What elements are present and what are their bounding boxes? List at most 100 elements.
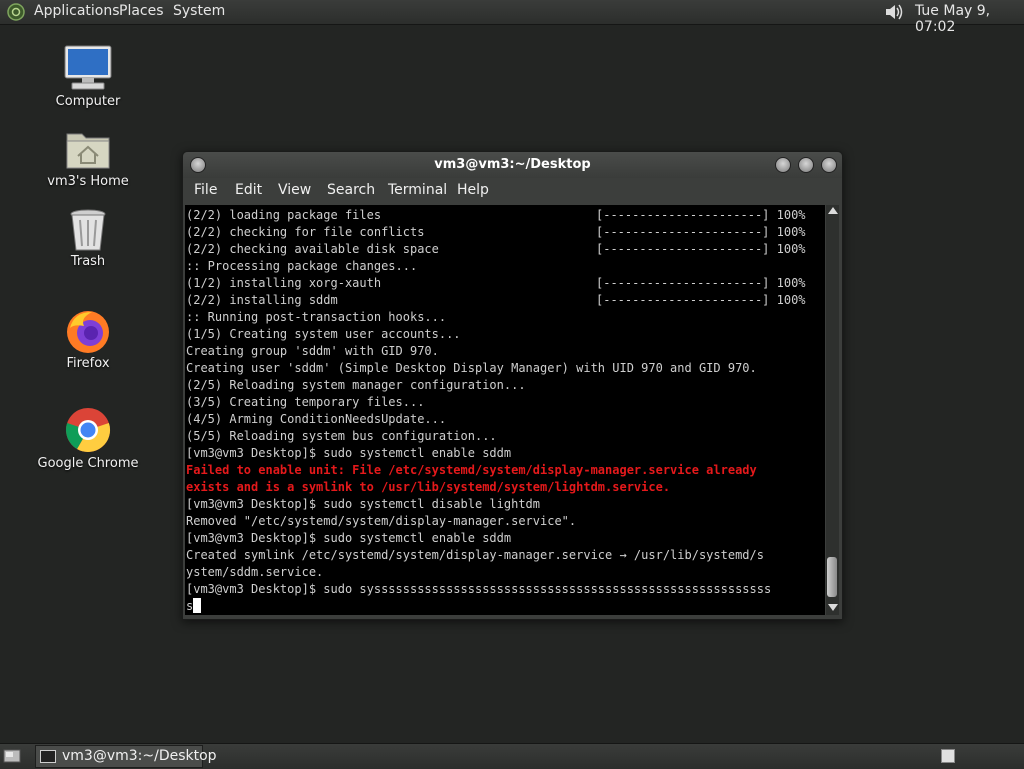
terminal-line: (2/5) Reloading system manager configura… bbox=[186, 377, 771, 394]
terminal-line: (2/2) checking for file conflicts [------… bbox=[186, 224, 806, 241]
terminal-window[interactable]: vm3@vm3:~/Desktop File Edit View Search … bbox=[182, 151, 843, 620]
window-title: vm3@vm3:~/Desktop bbox=[434, 157, 591, 172]
scroll-thumb[interactable] bbox=[827, 557, 837, 597]
terminal-line: (2/2) installing sddm [------------------… bbox=[186, 292, 806, 309]
terminal-line-text: Creating group 'sddm' with GID 970. bbox=[186, 344, 439, 358]
progress-bar-text: [----------------------] 100% bbox=[596, 208, 806, 222]
terminal-line-text: [vm3@vm3 Desktop]$ sudo systemctl enable… bbox=[186, 531, 512, 545]
desktop-icon-label: Google Chrome bbox=[37, 456, 139, 471]
scroll-down-arrow-icon[interactable] bbox=[828, 604, 838, 611]
terminal-line: (3/5) Creating temporary files... bbox=[186, 394, 771, 411]
terminal-line-text: :: Processing package changes... bbox=[186, 259, 418, 273]
terminal-line: :: Running post-transaction hooks... bbox=[186, 309, 771, 326]
terminal-error-line: exists and is a symlink to /usr/lib/syst… bbox=[186, 479, 771, 496]
terminal-line: [vm3@vm3 Desktop]$ sudo systemctl enable… bbox=[186, 445, 771, 462]
trash-icon bbox=[70, 209, 106, 251]
desktop-icon-chrome[interactable]: Google Chrome bbox=[28, 406, 148, 471]
terminal-line: Removed "/etc/systemd/system/display-man… bbox=[186, 513, 771, 530]
terminal-line-text: Created symlink /etc/systemd/system/disp… bbox=[186, 548, 764, 562]
maximize-button[interactable] bbox=[798, 157, 814, 173]
terminal-line-text: (2/2) checking available disk space bbox=[186, 242, 439, 256]
progress-bar-text: [----------------------] 100% bbox=[596, 225, 806, 239]
terminal-line-text: ystem/sddm.service. bbox=[186, 565, 324, 579]
menu-places[interactable]: Places bbox=[119, 3, 164, 19]
chrome-icon bbox=[65, 408, 111, 452]
home-folder-icon bbox=[66, 133, 110, 169]
window-titlebar[interactable]: vm3@vm3:~/Desktop bbox=[183, 152, 842, 178]
terminal-line-text: s bbox=[186, 599, 194, 613]
progress-bar-text: [----------------------] 100% bbox=[596, 276, 806, 290]
terminal-line-text: [vm3@vm3 Desktop]$ sudo systemctl disabl… bbox=[186, 497, 541, 511]
terminal-line: Created symlink /etc/systemd/system/disp… bbox=[186, 547, 771, 564]
terminal-scrollbar[interactable] bbox=[826, 205, 839, 615]
menu-help[interactable]: Help bbox=[457, 182, 489, 198]
desktop-icon-firefox[interactable]: Firefox bbox=[28, 308, 148, 371]
desktop-icon-computer[interactable]: Computer bbox=[28, 44, 148, 109]
terminal-line: (1/2) installing xorg-xauth [------------… bbox=[186, 275, 806, 292]
desktop-icon-home[interactable]: vm3's Home bbox=[28, 128, 148, 189]
terminal-line: (4/5) Arming ConditionNeedsUpdate... bbox=[186, 411, 771, 428]
terminal-line: ystem/sddm.service. bbox=[186, 564, 771, 581]
terminal-line: [vm3@vm3 Desktop]$ sudo systemctl disabl… bbox=[186, 496, 771, 513]
terminal-line: Creating group 'sddm' with GID 970. bbox=[186, 343, 771, 360]
terminal-line-text: (1/2) installing xorg-xauth bbox=[186, 276, 382, 290]
terminal-error-line: Failed to enable unit: File /etc/systemd… bbox=[186, 462, 771, 479]
terminal-line-text: [vm3@vm3 Desktop]$ sudo systemctl enable… bbox=[186, 446, 512, 460]
menu-view[interactable]: View bbox=[278, 182, 311, 198]
terminal-line: (2/2) loading package files [------------… bbox=[186, 207, 806, 224]
menu-file[interactable]: File bbox=[194, 182, 217, 198]
top-panel: Applications Places System Tue May 9, 07… bbox=[0, 0, 1024, 35]
terminal-line-text: Failed to enable unit: File /etc/systemd… bbox=[186, 463, 757, 477]
terminal-menubar: File Edit View Search Terminal Help bbox=[183, 178, 842, 204]
menu-edit[interactable]: Edit bbox=[235, 182, 262, 198]
os-logo-icon[interactable] bbox=[6, 2, 26, 22]
bottom-panel: vm3@vm3:~/Desktop bbox=[0, 743, 1024, 769]
desktop-icon-label: Trash bbox=[70, 254, 106, 269]
scroll-up-arrow-icon[interactable] bbox=[828, 207, 838, 214]
desktop-icon-label: Computer bbox=[55, 94, 121, 109]
taskbar-item-label: vm3@vm3:~/Desktop bbox=[62, 748, 217, 764]
terminal-line-text: (4/5) Arming ConditionNeedsUpdate... bbox=[186, 412, 447, 426]
progress-bar-text: [----------------------] 100% bbox=[596, 293, 806, 307]
terminal-line-text: Creating user 'sddm' (Simple Desktop Dis… bbox=[186, 361, 757, 375]
menu-applications[interactable]: Applications bbox=[34, 3, 120, 19]
terminal-line-text: (2/2) checking for file conflicts bbox=[186, 225, 425, 239]
terminal-line-text: (3/5) Creating temporary files... bbox=[186, 395, 425, 409]
terminal-line-text: (5/5) Reloading system bus configuration… bbox=[186, 429, 497, 443]
terminal-line-text: (2/2) installing sddm bbox=[186, 293, 338, 307]
terminal-line: (2/2) checking available disk space [----… bbox=[186, 241, 806, 258]
menu-system[interactable]: System bbox=[173, 3, 225, 19]
taskbar-item-terminal[interactable]: vm3@vm3:~/Desktop bbox=[35, 745, 217, 768]
terminal-line-text: :: Running post-transaction hooks... bbox=[186, 310, 447, 324]
workspace-switcher-icon[interactable] bbox=[941, 749, 955, 763]
terminal-line-text: Removed "/etc/systemd/system/display-man… bbox=[186, 514, 577, 528]
terminal-line: [vm3@vm3 Desktop]$ sudo syssssssssssssss… bbox=[186, 581, 771, 598]
terminal-line: Creating user 'sddm' (Simple Desktop Dis… bbox=[186, 360, 771, 377]
speaker-icon[interactable] bbox=[883, 2, 905, 22]
terminal-line: (1/5) Creating system user accounts... bbox=[186, 326, 771, 343]
text-cursor bbox=[193, 598, 202, 613]
computer-icon bbox=[64, 45, 112, 90]
terminal-icon bbox=[40, 750, 56, 763]
menu-terminal[interactable]: Terminal bbox=[388, 182, 447, 198]
terminal-line: (5/5) Reloading system bus configuration… bbox=[186, 428, 771, 445]
terminal-output[interactable]: (2/2) loading package files [------------… bbox=[185, 205, 825, 615]
minimize-button[interactable] bbox=[775, 157, 791, 173]
desktop-icon-label: vm3's Home bbox=[47, 174, 129, 189]
firefox-icon bbox=[67, 311, 109, 353]
terminal-line: [vm3@vm3 Desktop]$ sudo systemctl enable… bbox=[186, 530, 771, 547]
close-button[interactable] bbox=[821, 157, 837, 173]
terminal-line-text: (1/5) Creating system user accounts... bbox=[186, 327, 461, 341]
progress-bar-text: [----------------------] 100% bbox=[596, 242, 806, 256]
terminal-lines: (2/2) loading package files [------------… bbox=[186, 207, 806, 615]
desktop-icon-label: Firefox bbox=[66, 356, 110, 371]
show-desktop-icon[interactable] bbox=[3, 748, 21, 764]
terminal-line-text: exists and is a symlink to /usr/lib/syst… bbox=[186, 480, 671, 494]
terminal-line-text: (2/5) Reloading system manager configura… bbox=[186, 378, 526, 392]
terminal-line: :: Processing package changes... bbox=[186, 258, 771, 275]
terminal-line-text: (2/2) loading package files bbox=[186, 208, 382, 222]
terminal-line: s bbox=[186, 598, 771, 615]
menu-search[interactable]: Search bbox=[327, 182, 375, 198]
clock[interactable]: Tue May 9, 07:02 bbox=[915, 3, 1024, 35]
desktop-icon-trash[interactable]: Trash bbox=[28, 208, 148, 269]
